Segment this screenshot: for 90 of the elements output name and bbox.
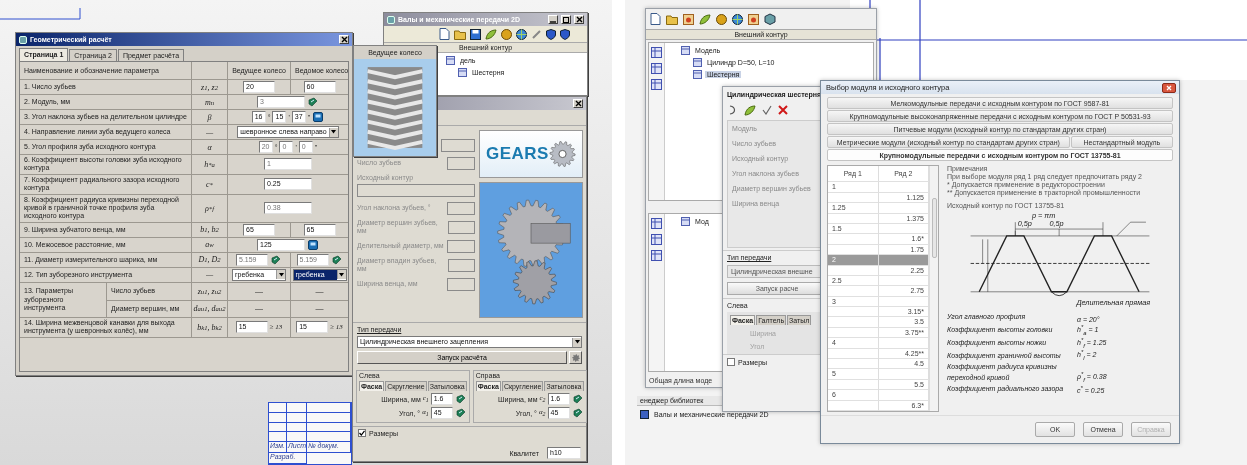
book-icon <box>308 97 318 107</box>
input-field[interactable] <box>447 201 475 215</box>
app-icon <box>387 15 395 24</box>
gear-icon <box>571 353 580 362</box>
model-icon <box>681 46 690 55</box>
shield-icon[interactable] <box>546 28 556 40</box>
tree-icon[interactable] <box>651 79 662 90</box>
dropdown-arrow-icon <box>278 272 284 277</box>
library-icon <box>640 410 649 419</box>
empty-value: — <box>255 304 263 314</box>
close-icon <box>1166 84 1172 91</box>
empty-value: — <box>255 286 263 296</box>
empty-value: — <box>315 286 324 296</box>
part-icon <box>693 70 702 79</box>
table-icon[interactable] <box>651 234 662 245</box>
calculate-button[interactable] <box>312 111 325 123</box>
lookup-button[interactable] <box>571 407 584 419</box>
close-button[interactable] <box>339 35 349 44</box>
folder-icon[interactable] <box>454 28 466 40</box>
lookup-button[interactable] <box>454 407 467 419</box>
part-icon <box>693 58 702 67</box>
contour-icon[interactable] <box>651 47 662 58</box>
empty-value: — <box>315 304 324 314</box>
picture-icon[interactable] <box>683 13 694 25</box>
close-icon[interactable] <box>778 105 788 115</box>
check-icon <box>359 430 365 436</box>
dropdown-arrow-icon <box>339 272 344 277</box>
close-button[interactable] <box>573 99 583 108</box>
close-button[interactable] <box>1162 82 1176 93</box>
title-block-cell <box>287 432 307 442</box>
minimize-button[interactable] <box>548 15 558 24</box>
ball-icon[interactable] <box>501 28 512 40</box>
book-icon <box>572 408 583 418</box>
ball-icon[interactable] <box>716 13 727 25</box>
checkbox[interactable] <box>727 358 735 367</box>
settings-icon[interactable] <box>651 250 662 261</box>
leaf-icon[interactable] <box>744 104 756 116</box>
title-block-cell <box>287 422 307 433</box>
app-icon <box>19 35 27 44</box>
checkbox[interactable] <box>358 429 366 437</box>
shield-icon[interactable] <box>560 28 570 40</box>
undo-icon[interactable] <box>729 105 738 115</box>
cube-icon[interactable] <box>764 13 776 25</box>
input-field[interactable] <box>441 138 475 152</box>
input-field[interactable] <box>447 239 475 253</box>
close-icon <box>575 16 583 23</box>
input-field[interactable] <box>447 277 475 291</box>
globe-icon[interactable] <box>516 28 527 40</box>
document-icon[interactable] <box>650 13 661 25</box>
lookup-button[interactable] <box>270 253 282 266</box>
input-field[interactable] <box>357 184 475 198</box>
book-icon <box>271 254 281 265</box>
lookup-button[interactable] <box>454 393 467 405</box>
close-icon <box>340 36 348 43</box>
dropdown-arrow-icon <box>574 340 580 344</box>
leaf-icon[interactable] <box>485 28 497 40</box>
calculate-button[interactable] <box>307 238 319 251</box>
close-button[interactable] <box>574 15 584 24</box>
book-icon <box>331 254 342 265</box>
leaf-icon[interactable] <box>699 13 711 25</box>
book-icon <box>455 394 466 404</box>
book-icon <box>572 394 583 404</box>
lookup-button[interactable] <box>571 393 584 405</box>
calculator-icon <box>313 112 324 122</box>
input-field[interactable] <box>447 156 475 170</box>
maximize-button[interactable] <box>561 15 571 24</box>
model-icon <box>446 56 455 65</box>
save-icon[interactable] <box>470 28 481 40</box>
picture-icon[interactable] <box>748 13 759 25</box>
logo-text: GEARS <box>486 144 549 164</box>
model-icon <box>681 217 690 226</box>
grid-icon[interactable] <box>651 218 662 229</box>
check-icon[interactable] <box>762 105 772 115</box>
title-block-cell <box>287 412 307 423</box>
settings-button[interactable] <box>569 351 582 364</box>
part-icon <box>458 68 467 77</box>
close-icon <box>574 100 582 107</box>
globe-icon[interactable] <box>732 13 743 25</box>
lookup-button[interactable] <box>330 253 343 266</box>
document-icon[interactable] <box>439 28 450 40</box>
input-field[interactable] <box>448 220 475 234</box>
grid-icon[interactable] <box>651 63 662 74</box>
book-icon <box>455 408 466 418</box>
dropdown-arrow-icon <box>331 130 337 134</box>
calculator-icon <box>308 239 318 250</box>
lookup-button[interactable] <box>307 96 319 108</box>
input-field[interactable] <box>447 258 475 272</box>
folder-icon[interactable] <box>666 13 678 25</box>
gear-icon <box>548 139 576 169</box>
maximize-icon <box>563 16 569 23</box>
